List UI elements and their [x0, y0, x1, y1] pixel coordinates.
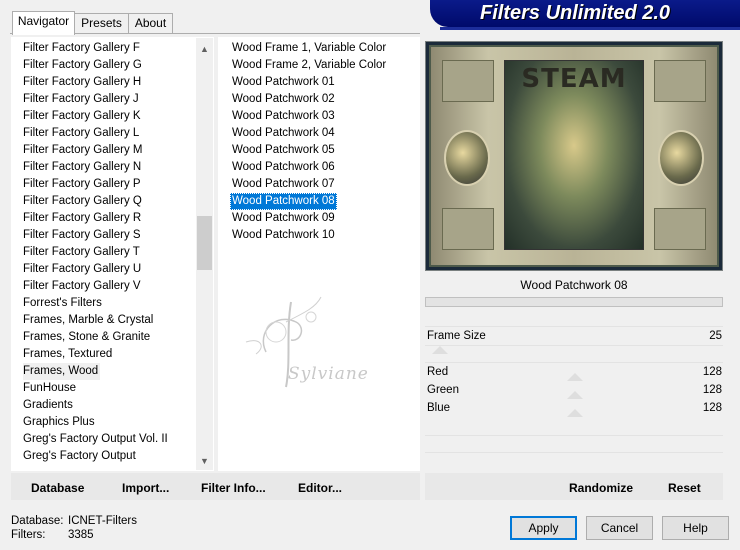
apply-button[interactable]: Apply — [510, 516, 577, 540]
category-item[interactable]: FunHouse — [23, 380, 76, 397]
status-database-value: ICNET-Filters — [68, 515, 137, 527]
preview-filter-name: Wood Patchwork 08 — [520, 278, 628, 292]
filter-item[interactable]: Wood Patchwork 10 — [230, 227, 337, 244]
filter-item[interactable]: Wood Frame 1, Variable Color — [230, 40, 388, 57]
progress-bar — [425, 297, 723, 307]
preview-corner-tl — [442, 60, 494, 102]
param-label: Red — [427, 366, 449, 378]
filter-item[interactable]: Wood Patchwork 07 — [230, 176, 337, 193]
param-value: 128 — [702, 402, 722, 414]
category-item[interactable]: Frames, Wood — [23, 363, 101, 380]
param-label: Frame Size — [427, 330, 486, 342]
category-item[interactable]: Filter Factory Gallery N — [23, 159, 141, 176]
help-button[interactable]: Help — [662, 516, 729, 540]
category-item[interactable]: Greg's Factory Output — [23, 448, 136, 465]
category-item[interactable]: Filter Factory Gallery L — [23, 125, 139, 142]
category-scrollbar[interactable]: ▲ ▼ — [196, 38, 213, 470]
category-item[interactable]: Filter Factory Gallery F — [23, 40, 140, 57]
category-item[interactable]: Filter Factory Gallery P — [23, 176, 141, 193]
category-item[interactable]: Gradients — [23, 397, 73, 414]
category-item[interactable]: Filter Factory Gallery H — [23, 74, 141, 91]
editor-button[interactable]: Editor... — [298, 481, 342, 495]
status-filters-value: 3385 — [68, 529, 94, 541]
filter-item[interactable]: Wood Patchwork 09 — [230, 210, 337, 227]
preview-corner-tr — [654, 60, 706, 102]
param-label: Green — [427, 384, 459, 396]
filter-item[interactable]: Wood Patchwork 04 — [230, 125, 337, 142]
param-separator — [425, 362, 723, 363]
preview-image: STEAM — [425, 41, 723, 271]
title-banner-stripe — [440, 27, 740, 30]
filter-item[interactable]: Wood Patchwork 08 — [230, 193, 337, 210]
param-separator — [425, 345, 723, 346]
category-item[interactable]: Filter Factory Gallery S — [23, 227, 141, 244]
filter-item[interactable]: Wood Patchwork 02 — [230, 91, 337, 108]
status-database-label: Database: — [11, 515, 64, 527]
watermark-signature: Sylviane — [288, 364, 369, 384]
title-banner: Filters Unlimited 2.0 — [430, 0, 740, 27]
filter-item[interactable]: Wood Patchwork 06 — [230, 159, 337, 176]
param-value: 128 — [702, 366, 722, 378]
category-item[interactable]: Filter Factory Gallery G — [23, 57, 142, 74]
category-item[interactable]: Filter Factory Gallery Q — [23, 193, 142, 210]
slider-tick — [567, 373, 583, 381]
category-item[interactable]: Filter Factory Gallery K — [23, 108, 141, 125]
category-item[interactable]: Filter Factory Gallery U — [23, 261, 141, 278]
filter-item[interactable]: Wood Patchwork 03 — [230, 108, 337, 125]
randomize-button[interactable]: Randomize — [569, 481, 633, 495]
preview-corner-bl — [442, 208, 494, 250]
database-button[interactable]: Database — [31, 481, 84, 495]
preview-right-medallion — [658, 130, 704, 186]
reset-button[interactable]: Reset — [668, 481, 701, 495]
category-item[interactable]: Graphics Plus — [23, 414, 95, 431]
slider-tick — [432, 346, 448, 354]
tab-about[interactable]: About — [128, 13, 173, 34]
param-value: 128 — [702, 384, 722, 396]
status-filters-label: Filters: — [11, 529, 46, 541]
chevron-down-icon[interactable]: ▼ — [196, 453, 213, 470]
preview-left-medallion — [444, 130, 490, 186]
category-item[interactable]: Frames, Textured — [23, 346, 112, 363]
filter-item[interactable]: Wood Patchwork 05 — [230, 142, 337, 159]
category-item[interactable]: Forrest's Filters — [23, 295, 102, 312]
tab-presets[interactable]: Presets — [74, 13, 129, 34]
filter-info-button[interactable]: Filter Info... — [201, 481, 266, 495]
category-item[interactable]: Filter Factory Gallery J — [23, 91, 139, 108]
category-item[interactable]: Frames, Marble & Crystal — [23, 312, 153, 329]
preview-title: STEAM — [521, 64, 627, 94]
scrollbar-thumb[interactable] — [197, 216, 212, 270]
tab-navigator[interactable]: Navigator — [12, 11, 75, 35]
category-item[interactable]: Filter Factory Gallery M — [23, 142, 143, 159]
param-frame-size[interactable]: Frame Size 25 — [427, 328, 722, 345]
category-item[interactable]: Filter Factory Gallery R — [23, 210, 141, 227]
filter-item[interactable]: Wood Frame 2, Variable Color — [230, 57, 388, 74]
slider-tick — [567, 409, 583, 417]
category-item[interactable]: Frames, Stone & Granite — [23, 329, 150, 346]
slider-tick — [567, 391, 583, 399]
preview-corner-br — [654, 208, 706, 250]
category-item[interactable]: Filter Factory Gallery T — [23, 244, 140, 261]
param-separator — [425, 452, 723, 453]
cancel-button[interactable]: Cancel — [586, 516, 653, 540]
category-item[interactable]: Greg's Factory Output Vol. II — [23, 431, 168, 448]
param-label: Blue — [427, 402, 451, 414]
param-value: 25 — [709, 330, 722, 342]
chevron-up-icon[interactable]: ▲ — [196, 41, 213, 58]
param-separator — [425, 326, 723, 327]
import-button[interactable]: Import... — [122, 481, 169, 495]
filter-item[interactable]: Wood Patchwork 01 — [230, 74, 337, 91]
param-separator — [425, 435, 723, 436]
category-item[interactable]: Filter Factory Gallery V — [23, 278, 141, 295]
